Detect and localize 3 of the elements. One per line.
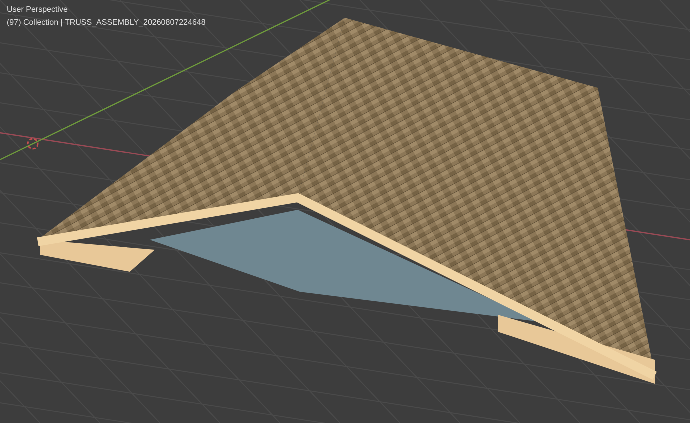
collection-info-label: (97) Collection | TRUSS_ASSEMBLY_20260807224648: [7, 17, 206, 29]
view-name-label: User Perspective: [7, 4, 69, 16]
cursor-icon: [27, 138, 39, 150]
